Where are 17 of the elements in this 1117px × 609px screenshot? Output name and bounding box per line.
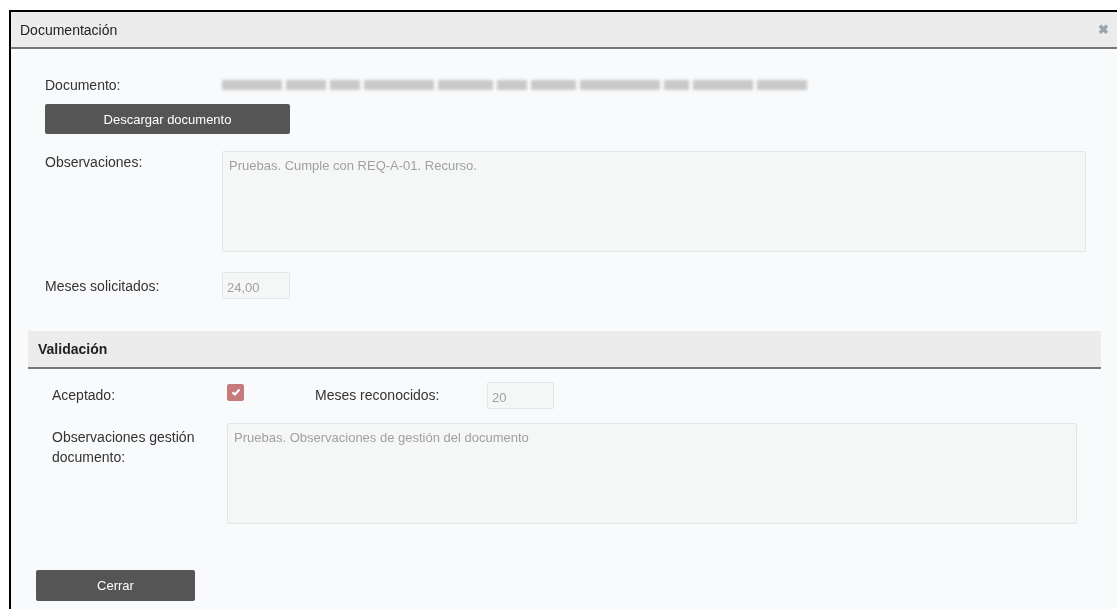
close-button[interactable]: ✖ bbox=[1098, 22, 1109, 37]
field-label: Aceptado: bbox=[52, 387, 117, 403]
check-icon bbox=[229, 386, 242, 398]
field-label: Observaciones: bbox=[45, 154, 144, 172]
field-label: Meses solicitados: bbox=[45, 277, 161, 294]
dialog-title: Documentación bbox=[20, 21, 118, 38]
close-dialog-button[interactable]: Cerrar bbox=[36, 570, 195, 601]
field-label: Documento: bbox=[45, 77, 122, 93]
observations-field[interactable]: Pruebas. Cumple con REQ-A-01. Recurso. bbox=[222, 151, 1086, 252]
observations-field[interactable]: Pruebas. Observaciones de gestión del documento bbox=[227, 423, 1077, 524]
months-field[interactable]: 20 bbox=[487, 381, 554, 409]
field-label: Observaciones gestión documento: bbox=[52, 428, 196, 467]
months-field[interactable]: 24,00 bbox=[222, 272, 290, 299]
download-button[interactable]: Descargar documento bbox=[45, 104, 290, 134]
section-title: Validación bbox=[38, 341, 108, 357]
checkbox[interactable] bbox=[227, 383, 244, 401]
field-label: Meses reconocidos: bbox=[315, 387, 441, 403]
